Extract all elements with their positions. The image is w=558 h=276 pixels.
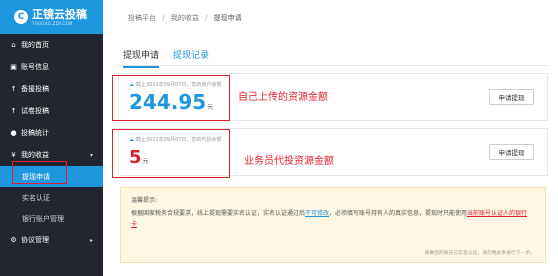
notice-footer: 如果您的账号已实名认证，请勿略此条进行下一步。 bbox=[424, 251, 535, 256]
notice-title: 温馨提示: bbox=[131, 197, 158, 204]
upload-icon: ↑ bbox=[10, 85, 17, 93]
tab-bar: 提现申请 提现记录 bbox=[118, 44, 548, 68]
notice-body: 根据国家税务合规要求，线上提现需要实名认证，实名认证通过后不可修改，必须填写账号… bbox=[131, 208, 531, 230]
agent-balance-unit: 元 bbox=[142, 158, 149, 165]
chevron-down-icon: ▾ bbox=[89, 151, 93, 159]
cloud-icon: ☁ bbox=[129, 137, 134, 143]
tab-withdraw-records[interactable]: 提现记录 bbox=[173, 48, 209, 61]
logo-title: 正镜云投稿 bbox=[32, 7, 87, 21]
sidebar-item-statistics[interactable]: ● 投稿统计 bbox=[0, 122, 103, 144]
balance-note: ☁ 截止2022年09月07日，您的账户余额 bbox=[129, 81, 221, 88]
gear-icon: ⚙ bbox=[10, 236, 17, 244]
sidebar-item-account-info[interactable]: ▣ 账号信息 bbox=[0, 56, 103, 78]
agent-balance-amount: 5元 bbox=[129, 149, 149, 167]
sidebar-item-label: 投稿统计 bbox=[21, 129, 49, 137]
notice-link: 不可修改 bbox=[305, 210, 330, 217]
sidebar-item-earnings[interactable]: ¥ 我的收益 ▾ bbox=[0, 144, 103, 166]
agent-balance-note-text: 截止2022年09月07日，您的代投余额 bbox=[136, 137, 222, 143]
sidebar-item-home[interactable]: ⌂ 我的首页 bbox=[0, 34, 103, 56]
balance-note-text: 截止2022年09月07日，您的账户余额 bbox=[136, 82, 222, 88]
breadcrumb: 投稿平台 / 我的收益 / 提现申请 bbox=[128, 13, 242, 23]
yen-icon: ¥ bbox=[11, 151, 16, 159]
sidebar-nav: ⌂ 我的首页 ▣ 账号信息 ↑ 备援投稿 ↑ 试卷投稿 ● 投稿统计 ¥ 我的收… bbox=[0, 34, 103, 251]
sidebar-item-label: 账号信息 bbox=[21, 63, 49, 71]
sidebar: C 正镜云投稿 TOUGAO.ZDY.COM ⌂ 我的首页 ▣ 账号信息 ↑ 备… bbox=[0, 0, 103, 276]
sidebar-item-label: 我的首页 bbox=[21, 41, 49, 49]
home-icon: ⌂ bbox=[11, 41, 16, 49]
logo-subtitle: TOUGAO.ZDY.COM bbox=[32, 20, 73, 26]
tab-withdraw-request[interactable]: 提现申请 bbox=[123, 48, 160, 68]
chevron-right-icon: ▸ bbox=[89, 236, 93, 244]
balance-card: ☁ 截止2022年09月07日，您的账户余额 244.95元 申请提现 bbox=[118, 73, 548, 121]
notice-text: ，必须填写账号持有人的真实信息，提现时只能使用 bbox=[329, 210, 468, 217]
breadcrumb-separator: / bbox=[205, 14, 208, 22]
notice-box: 温馨提示: 根据国家税务合规要求，线上提现需要实名认证，实名认证通过后不可修改，… bbox=[120, 187, 546, 263]
balance-value: 244.95 bbox=[129, 90, 207, 114]
breadcrumb-item[interactable]: 投稿平台 bbox=[128, 14, 156, 22]
sidebar-subitem-real-name-auth[interactable]: 实名认证 bbox=[0, 187, 103, 208]
annotation-label: 自己上传的资源金额 bbox=[238, 92, 328, 103]
agent-balance-value: 5 bbox=[129, 147, 142, 168]
upload-icon: ↑ bbox=[10, 107, 17, 115]
balance-unit: 元 bbox=[207, 104, 214, 111]
withdraw-button[interactable]: 申请提现 bbox=[489, 89, 534, 105]
sidebar-item-label: 备援投稿 bbox=[21, 85, 49, 93]
sidebar-item-label: 协议管理 bbox=[21, 236, 49, 244]
sidebar-item-paper-upload[interactable]: ↑ 试卷投稿 bbox=[0, 100, 103, 122]
breadcrumb-separator: / bbox=[162, 14, 165, 22]
logo-mark-icon: C bbox=[14, 10, 28, 24]
balance-amount: 244.95元 bbox=[129, 92, 213, 112]
logo-text: 正镜云投稿 TOUGAO.ZDY.COM bbox=[32, 9, 87, 26]
sidebar-subitem-bank-accounts[interactable]: 银行账户管理 bbox=[0, 208, 103, 229]
sidebar-item-label: 我的收益 bbox=[21, 151, 49, 159]
agent-balance-note: ☁ 截止2022年09月07日，您的代投余额 bbox=[129, 136, 221, 143]
sidebar-item-resource-upload[interactable]: ↑ 备援投稿 bbox=[0, 78, 103, 100]
notice-text: 根据国家税务合规要求，线上提现需要实名认证，实名认证通过后 bbox=[131, 210, 306, 217]
breadcrumb-current: 提现申请 bbox=[213, 14, 242, 22]
sidebar-item-agreements[interactable]: ⚙ 协议管理 ▸ bbox=[0, 229, 103, 251]
id-card-icon: ▣ bbox=[10, 63, 17, 71]
agent-withdraw-button[interactable]: 申请提现 bbox=[489, 144, 534, 160]
breadcrumb-item[interactable]: 我的收益 bbox=[171, 14, 199, 22]
cloud-icon: ☁ bbox=[129, 82, 134, 88]
chart-icon: ● bbox=[10, 129, 17, 137]
logo[interactable]: C 正镜云投稿 TOUGAO.ZDY.COM bbox=[0, 0, 103, 34]
annotation-label: 业务员代投资源金额 bbox=[244, 156, 334, 167]
sidebar-item-label: 试卷投稿 bbox=[21, 107, 49, 115]
sidebar-subitem-withdraw-request[interactable]: 提现申请 bbox=[0, 166, 103, 187]
